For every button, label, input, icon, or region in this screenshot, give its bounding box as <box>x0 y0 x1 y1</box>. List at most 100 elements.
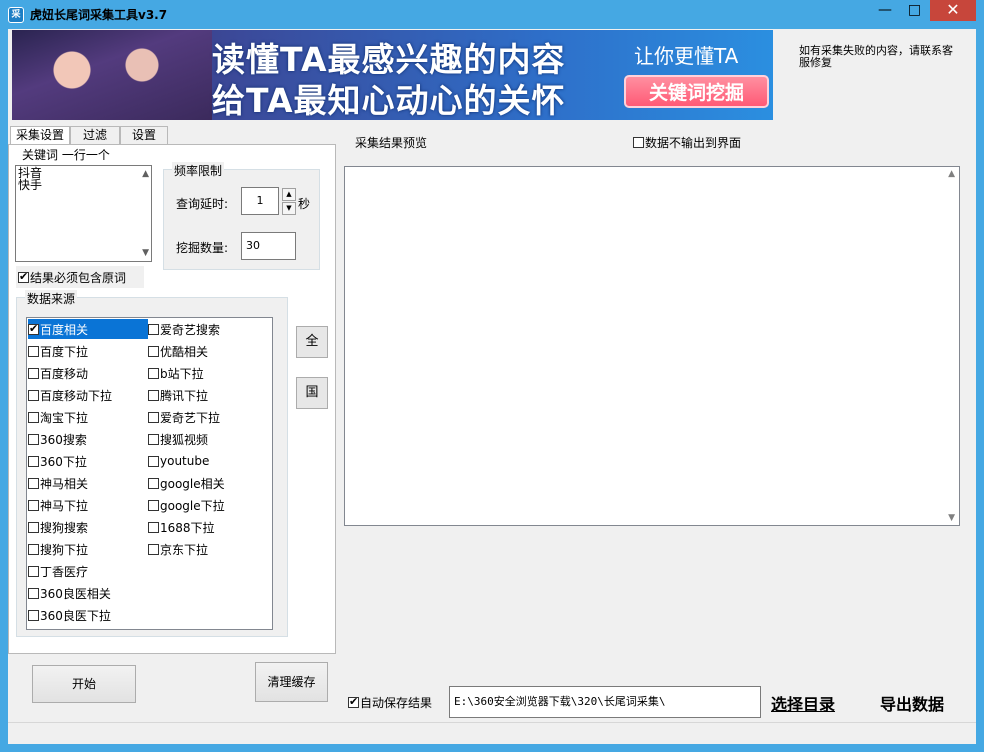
source-label: 360下拉 <box>40 454 87 469</box>
checkbox-checked-icon <box>28 322 39 335</box>
source-label: 360良医相关 <box>40 586 111 601</box>
source-label: 360良医下拉 <box>40 608 111 623</box>
banner-cta-button[interactable]: 关键词挖掘 <box>624 75 769 108</box>
source-item-sohu-video[interactable]: 搜狐视频 <box>148 429 268 449</box>
source-item-google-dropdown[interactable]: google下拉 <box>148 495 268 515</box>
must-contain-label: 结果必须包含原词 <box>30 270 127 285</box>
source-item-360-doctor-related[interactable]: 360良医相关 <box>28 583 148 603</box>
source-label: 腾讯下拉 <box>160 388 209 403</box>
data-source-group: 数据来源 百度相关 爱奇艺搜索 百度下拉 优酷相关 百度移动 b站下拉 百度移动… <box>16 290 288 637</box>
keywords-textarea[interactable]: 抖音 快手 ▲ ▼ <box>15 165 152 262</box>
source-item-youku-related[interactable]: 优酷相关 <box>148 341 268 361</box>
banner-headline-2: 给TA最知心动心的关怀 <box>212 81 566 120</box>
delay-unit: 秒 <box>298 197 311 211</box>
tab-settings[interactable]: 设置 <box>120 126 168 144</box>
checkbox-icon <box>28 477 39 489</box>
source-label: 搜狗搜索 <box>40 520 89 535</box>
scroll-down-icon[interactable]: ▼ <box>948 513 955 523</box>
source-label: 淘宝下拉 <box>40 410 89 425</box>
source-item-shenma-dropdown[interactable]: 神马下拉 <box>28 495 148 515</box>
checkbox-icon <box>148 367 159 379</box>
start-button[interactable]: 开始 <box>32 665 136 703</box>
source-item-shenma-related[interactable]: 神马相关 <box>28 473 148 493</box>
source-item-baidu-mobile-dropdown[interactable]: 百度移动下拉 <box>28 385 148 405</box>
spin-up-icon[interactable]: ▲ <box>282 188 296 201</box>
source-label: 京东下拉 <box>160 542 209 557</box>
scroll-up-icon[interactable]: ▲ <box>948 169 955 179</box>
app-icon: 采 <box>8 7 24 23</box>
autosave-checkbox[interactable]: 自动保存结果 <box>348 694 432 711</box>
checkbox-icon <box>148 455 159 467</box>
source-item-taobao-dropdown[interactable]: 淘宝下拉 <box>28 407 148 427</box>
checkbox-icon <box>148 521 159 533</box>
checkbox-checked-icon <box>18 270 29 283</box>
source-label: 搜狐视频 <box>160 432 209 447</box>
count-input[interactable]: 30 <box>241 232 296 260</box>
source-item-baidu-dropdown[interactable]: 百度下拉 <box>28 341 148 361</box>
select-all-button[interactable]: 全 <box>296 326 328 358</box>
source-label: 百度移动下拉 <box>40 388 113 403</box>
checkbox-icon <box>28 565 39 577</box>
source-item-sogou-dropdown[interactable]: 搜狗下拉 <box>28 539 148 559</box>
keywords-legend: 关键词 一行一个 <box>20 146 112 163</box>
source-label: b站下拉 <box>160 366 204 381</box>
source-item-360-search[interactable]: 360搜索 <box>28 429 148 449</box>
tab-collect-settings[interactable]: 采集设置 <box>10 126 70 145</box>
checkbox-icon <box>28 367 39 379</box>
source-label: 百度相关 <box>40 322 89 337</box>
checkbox-icon <box>148 411 159 423</box>
checkbox-icon <box>28 433 39 445</box>
source-label: 神马下拉 <box>40 498 89 513</box>
status-bar <box>8 722 976 744</box>
minimize-button[interactable]: — <box>872 0 898 21</box>
checkbox-icon <box>28 389 39 401</box>
checkbox-icon <box>633 137 644 148</box>
spin-down-icon[interactable]: ▼ <box>282 202 296 215</box>
source-item-sogou-search[interactable]: 搜狗搜索 <box>28 517 148 537</box>
source-item-google-related[interactable]: google相关 <box>148 473 268 493</box>
export-data-button[interactable]: 导出数据 <box>880 691 944 715</box>
source-label: 1688下拉 <box>160 520 215 535</box>
checkbox-icon <box>28 543 39 555</box>
no-output-checkbox[interactable]: 数据不输出到界面 <box>633 134 741 151</box>
choose-directory-button[interactable]: 选择目录 <box>771 691 835 715</box>
title-bar[interactable]: 采 虎妞长尾词采集工具v3.7 — □ ✕ <box>0 0 984 29</box>
maximize-button[interactable]: □ <box>901 0 928 21</box>
source-item-jd-dropdown[interactable]: 京东下拉 <box>148 539 268 559</box>
scroll-up-icon[interactable]: ▲ <box>142 168 149 180</box>
must-contain-checkbox[interactable]: 结果必须包含原词 <box>16 266 144 288</box>
scroll-down-icon[interactable]: ▼ <box>142 247 149 259</box>
source-label: 爱奇艺下拉 <box>160 410 221 425</box>
source-item-1688-dropdown[interactable]: 1688下拉 <box>148 517 268 537</box>
checkbox-icon <box>28 345 39 357</box>
source-item-360-doctor-dropdown[interactable]: 360良医下拉 <box>28 605 148 625</box>
source-item-bilibili-dropdown[interactable]: b站下拉 <box>148 363 268 383</box>
source-item-iqiyi-search[interactable]: 爱奇艺搜索 <box>148 319 268 339</box>
frequency-legend: 频率限制 <box>172 162 225 179</box>
data-source-list[interactable]: 百度相关 爱奇艺搜索 百度下拉 优酷相关 百度移动 b站下拉 百度移动下拉 腾讯… <box>26 317 273 630</box>
source-item-360-dropdown[interactable]: 360下拉 <box>28 451 148 471</box>
client-area: 读懂TA最感兴趣的内容 给TA最知心动心的关怀 让你更懂TA 关键词挖掘 如有采… <box>8 29 976 744</box>
source-item-baidu-mobile[interactable]: 百度移动 <box>28 363 148 383</box>
checkbox-icon <box>148 433 159 445</box>
clear-cache-button[interactable]: 清理缓存 <box>255 662 328 702</box>
banner-tagline: 让你更懂TA <box>634 44 739 68</box>
select-domestic-button[interactable]: 国 <box>296 377 328 409</box>
checkbox-icon <box>28 411 39 423</box>
source-item-dxy-medical[interactable]: 丁香医疗 <box>28 561 148 581</box>
results-preview-textarea[interactable]: ▲ ▼ <box>344 166 960 526</box>
source-item-baidu-related[interactable]: 百度相关 <box>28 319 148 339</box>
source-item-iqiyi-dropdown[interactable]: 爱奇艺下拉 <box>148 407 268 427</box>
ad-banner[interactable]: 读懂TA最感兴趣的内容 给TA最知心动心的关怀 让你更懂TA 关键词挖掘 <box>12 30 773 120</box>
checkbox-icon <box>28 587 39 599</box>
source-item-tencent-dropdown[interactable]: 腾讯下拉 <box>148 385 268 405</box>
checkbox-checked-icon <box>348 695 359 708</box>
checkbox-icon <box>28 609 39 621</box>
tab-filter[interactable]: 过滤 <box>70 126 120 144</box>
save-path-input[interactable]: E:\360安全浏览器下载\320\长尾词采集\ <box>449 686 761 718</box>
close-button[interactable]: ✕ <box>930 0 976 21</box>
data-source-legend: 数据来源 <box>25 290 78 307</box>
source-label: 搜狗下拉 <box>40 542 89 557</box>
source-item-youtube[interactable]: youtube <box>148 451 268 471</box>
delay-input[interactable]: 1 <box>241 187 279 215</box>
